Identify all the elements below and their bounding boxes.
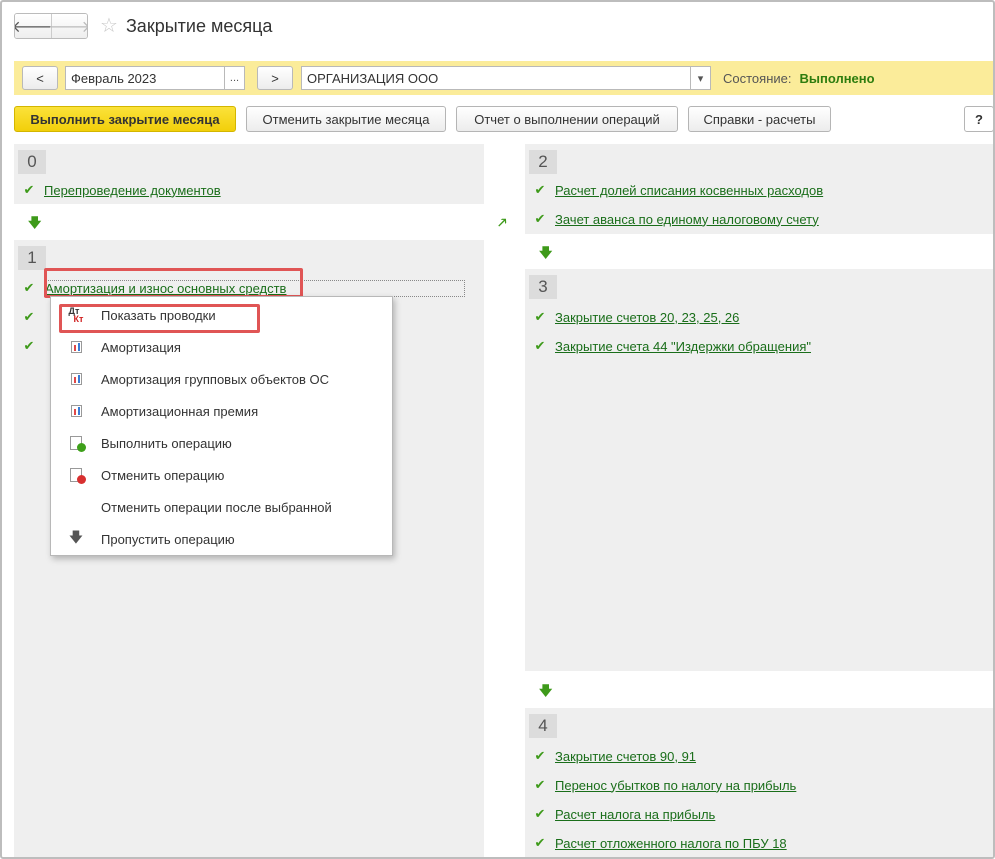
page-title: Закрытие месяца bbox=[125, 15, 273, 36]
operation-row: ✔ Зачет аванса по единому налоговому сче… bbox=[525, 208, 819, 230]
arrow-down-icon: 🡇 bbox=[28, 215, 42, 230]
operations-report-button[interactable]: Отчет о выполнении операций bbox=[456, 106, 678, 132]
group-number: 3 bbox=[529, 275, 557, 299]
forward-arrow-icon: 🡒 bbox=[48, 18, 88, 36]
status-value: Выполнено bbox=[799, 70, 875, 86]
report-icon bbox=[70, 405, 82, 417]
operation-link[interactable]: Закрытие счетов 20, 23, 25, 26 bbox=[555, 310, 739, 325]
group-0: 0 ✔ Перепроведение документов bbox=[14, 144, 484, 204]
month-close-window: 🡐 🡒 ☆ Закрытие месяца < Февраль 2023 ...… bbox=[0, 0, 995, 859]
status-label: Состояние: bbox=[723, 70, 792, 86]
operation-row: ✔ Закрытие счетов 20, 23, 25, 26 bbox=[525, 306, 740, 328]
menu-item-depreciation-bonus[interactable]: Амортизационная премия bbox=[51, 398, 392, 424]
run-operation-icon bbox=[70, 436, 86, 452]
operation-row: ✔ bbox=[14, 335, 44, 357]
operation-link[interactable]: Закрытие счетов 90, 91 bbox=[555, 749, 696, 764]
back-button[interactable]: 🡐 bbox=[15, 14, 54, 38]
operation-highlight-box bbox=[44, 268, 303, 298]
menu-item-run-operation[interactable]: Выполнить операцию bbox=[51, 430, 392, 456]
check-icon: ✔ bbox=[23, 338, 35, 353]
menu-item-cancel-after-selected[interactable]: Отменить операции после выбранной bbox=[51, 494, 392, 520]
check-icon: ✔ bbox=[534, 835, 546, 850]
organization-field[interactable]: ОРГАНИЗАЦИЯ ООО bbox=[301, 66, 691, 90]
menu-item-label: Отменить операцию bbox=[101, 467, 225, 483]
chevron-down-icon: ▾ bbox=[697, 72, 704, 85]
title-bar: 🡐 🡒 ☆ Закрытие месяца bbox=[14, 12, 272, 40]
references-button[interactable]: Справки - расчеты bbox=[688, 106, 831, 132]
menu-item-label: Пропустить операцию bbox=[101, 531, 235, 547]
check-icon: ✔ bbox=[23, 309, 35, 324]
forward-button[interactable]: 🡒 bbox=[48, 14, 88, 38]
organization-dropdown-button[interactable]: ▾ bbox=[691, 66, 711, 90]
check-icon: ✔ bbox=[23, 280, 35, 295]
run-month-close-button[interactable]: Выполнить закрытие месяца bbox=[14, 106, 236, 132]
help-button[interactable]: ? bbox=[964, 106, 993, 132]
menu-item-depreciation[interactable]: Амортизация bbox=[51, 334, 392, 360]
arrow-down-icon: 🡇 bbox=[539, 683, 553, 698]
menu-item-label: Выполнить операцию bbox=[101, 435, 232, 451]
operation-link[interactable]: Зачет аванса по единому налоговому счету bbox=[555, 212, 819, 227]
check-icon: ✔ bbox=[534, 777, 546, 792]
menu-item-label: Амортизационная премия bbox=[101, 403, 259, 419]
menu-item-label: Амортизация групповых объектов ОС bbox=[101, 371, 330, 387]
check-icon: ✔ bbox=[534, 748, 546, 763]
cancel-operation-icon bbox=[70, 468, 86, 484]
check-icon: ✔ bbox=[534, 806, 546, 821]
group-number: 2 bbox=[529, 150, 557, 174]
operation-row: ✔ Расчет отложенного налога по ПБУ 18 bbox=[525, 832, 787, 854]
check-icon: ✔ bbox=[534, 211, 546, 226]
report-icon bbox=[70, 373, 82, 385]
cancel-month-close-button[interactable]: Отменить закрытие месяца bbox=[246, 106, 446, 132]
action-toolbar: Выполнить закрытие месяца Отменить закры… bbox=[14, 106, 841, 132]
menu-item-label: Амортизация bbox=[101, 339, 181, 355]
arrow-down-icon: 🡇 bbox=[539, 245, 553, 260]
operation-row: ✔ Закрытие счета 44 "Издержки обращения" bbox=[525, 335, 811, 357]
operation-row: ✔ Расчет долей списания косвенных расход… bbox=[525, 179, 824, 201]
operation-row: ✔ Закрытие счетов 90, 91 bbox=[525, 745, 696, 767]
report-icon bbox=[70, 341, 82, 353]
arrow-diagonal-icon: 🡕 bbox=[498, 215, 507, 230]
context-menu: Дт Кт Показать проводки Амортизация Аморт… bbox=[50, 296, 393, 556]
check-icon: ✔ bbox=[534, 338, 546, 353]
group-number: 4 bbox=[529, 714, 557, 738]
group-number: 1 bbox=[18, 246, 46, 270]
group-3: 3 ✔ Закрытие счетов 20, 23, 25, 26 ✔ Зак… bbox=[525, 269, 993, 671]
group-2: 2 ✔ Расчет долей списания косвенных расх… bbox=[525, 144, 993, 234]
operation-link[interactable]: Перепроведение документов bbox=[44, 183, 221, 198]
menu-item-highlight-box bbox=[59, 304, 260, 333]
check-icon: ✔ bbox=[534, 182, 546, 197]
skip-arrow-icon: 🡇 bbox=[68, 529, 84, 545]
nav-buttons: 🡐 🡒 bbox=[14, 13, 88, 39]
menu-item-group-depreciation[interactable]: Амортизация групповых объектов ОС bbox=[51, 366, 392, 392]
operation-link[interactable]: Закрытие счета 44 "Издержки обращения" bbox=[555, 339, 811, 354]
operation-link[interactable]: Расчет отложенного налога по ПБУ 18 bbox=[555, 836, 787, 851]
check-icon: ✔ bbox=[534, 309, 546, 324]
prev-period-button[interactable]: < bbox=[22, 66, 58, 90]
group-number: 0 bbox=[18, 150, 46, 174]
menu-item-skip-operation[interactable]: 🡇 Пропустить операцию bbox=[51, 526, 392, 552]
operation-row: ✔ Перенос убытков по налогу на прибыль bbox=[525, 774, 797, 796]
menu-item-cancel-operation[interactable]: Отменить операцию bbox=[51, 462, 392, 488]
operation-link[interactable]: Перенос убытков по налогу на прибыль bbox=[555, 778, 796, 793]
menu-item-label: Отменить операции после выбранной bbox=[101, 499, 332, 515]
period-field[interactable]: Февраль 2023 bbox=[65, 66, 225, 90]
favorite-star-icon[interactable]: ☆ bbox=[100, 16, 118, 36]
period-bar: < Февраль 2023 ... > ОРГАНИЗАЦИЯ ООО ▾ С… bbox=[14, 61, 993, 95]
next-period-button[interactable]: > bbox=[257, 66, 293, 90]
operation-link[interactable]: Расчет долей списания косвенных расходов bbox=[555, 183, 823, 198]
check-icon: ✔ bbox=[23, 182, 35, 197]
group-4: 4 ✔ Закрытие счетов 90, 91 ✔ Перенос убы… bbox=[525, 708, 993, 857]
operation-link[interactable]: Расчет налога на прибыль bbox=[555, 807, 715, 822]
operation-row: ✔ bbox=[14, 306, 44, 328]
period-picker-button[interactable]: ... bbox=[225, 66, 245, 90]
operation-row: ✔ Перепроведение документов bbox=[14, 179, 221, 201]
operation-row: ✔ Расчет налога на прибыль bbox=[525, 803, 716, 825]
